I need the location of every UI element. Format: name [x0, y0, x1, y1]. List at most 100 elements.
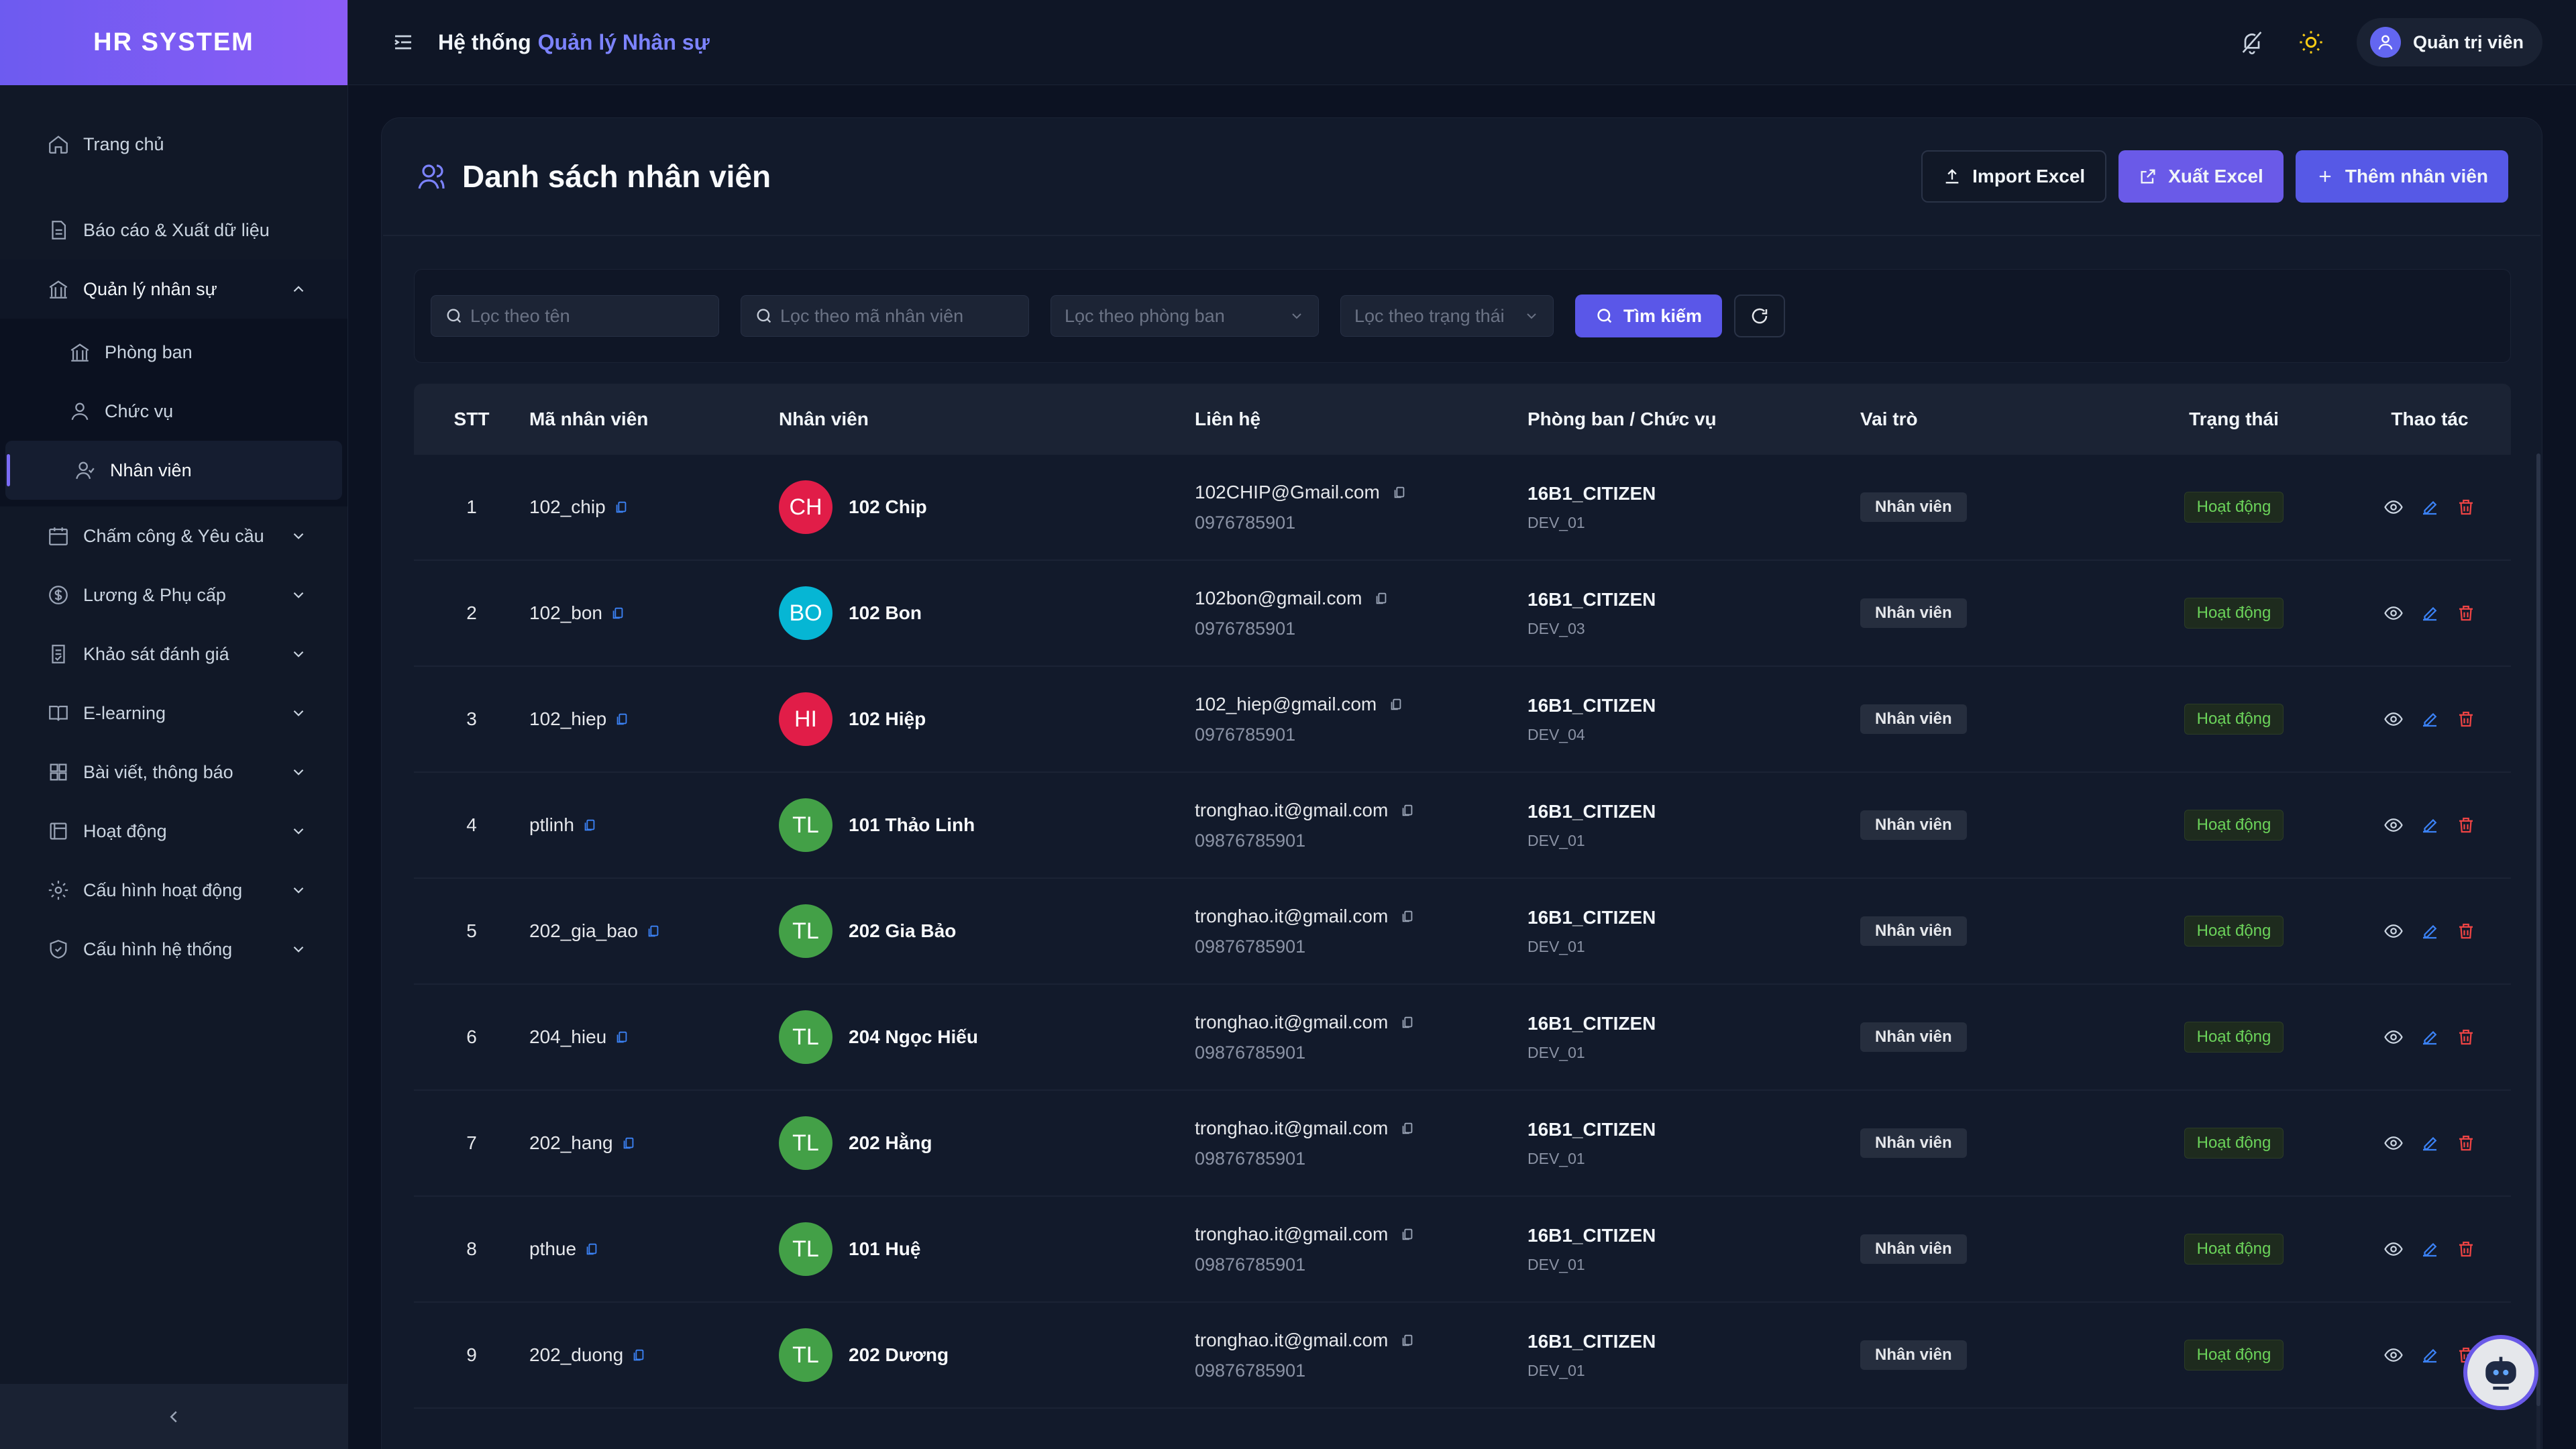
copy-icon[interactable] [614, 712, 629, 727]
contact-cell: 102_hiep@gmail.com 0976785901 [1195, 694, 1527, 745]
delete-icon[interactable] [2456, 815, 2476, 835]
sidebar-item-label: Lương & Phụ cấp [83, 584, 226, 605]
copy-icon[interactable] [1400, 909, 1415, 924]
eye-icon[interactable] [2383, 497, 2404, 517]
edit-icon[interactable] [2420, 815, 2440, 835]
employee-name[interactable]: 202 Hằng [849, 1132, 932, 1154]
sidebar-item-employees[interactable]: Nhân viên [5, 441, 342, 500]
employee-name[interactable]: 102 Chip [849, 496, 927, 518]
copy-icon[interactable] [631, 1348, 646, 1362]
sidebar-item-activities[interactable]: Hoạt động [0, 802, 347, 861]
role-badge: Nhân viên [1860, 598, 1967, 628]
employee-name[interactable]: 204 Ngọc Hiếu [849, 1026, 978, 1048]
department-filter-select[interactable]: Lọc theo phòng ban [1051, 295, 1319, 337]
import-excel-button[interactable]: Import Excel [1921, 150, 2107, 203]
sidebar-item-departments[interactable]: Phòng ban [0, 323, 347, 382]
employee-name[interactable]: 102 Bon [849, 602, 922, 624]
department-name: 16B1_CITIZEN [1527, 1330, 1656, 1352]
copy-icon[interactable] [1400, 1333, 1415, 1348]
copy-icon[interactable] [621, 1136, 636, 1150]
status-filter-select[interactable]: Lọc theo trạng thái [1340, 295, 1554, 337]
copy-icon[interactable] [1392, 485, 1407, 500]
edit-icon[interactable] [2420, 709, 2440, 729]
edit-icon[interactable] [2420, 1133, 2440, 1153]
building-icon [49, 280, 68, 299]
copy-icon[interactable] [1400, 1121, 1415, 1136]
copy-icon[interactable] [610, 606, 625, 621]
row-stt: 5 [466, 920, 477, 941]
chevron-down-icon [1292, 313, 1301, 319]
edit-icon[interactable] [2420, 1027, 2440, 1047]
chevron-down-icon [293, 592, 304, 598]
delete-icon[interactable] [2456, 1239, 2476, 1259]
add-employee-button[interactable]: Thêm nhân viên [2295, 150, 2508, 203]
eye-icon[interactable] [2383, 1239, 2404, 1259]
grid-icon [50, 763, 67, 781]
employee-name[interactable]: 101 Huệ [849, 1238, 920, 1260]
eye-icon[interactable] [2383, 1133, 2404, 1153]
delete-icon[interactable] [2456, 709, 2476, 729]
sidebar-collapse-button[interactable] [0, 1384, 347, 1449]
copy-icon[interactable] [1400, 803, 1415, 818]
eye-icon[interactable] [2383, 921, 2404, 941]
chatbot-button[interactable] [2463, 1335, 2538, 1410]
copy-icon[interactable] [646, 924, 661, 938]
refresh-button[interactable] [1734, 294, 1786, 337]
eye-icon[interactable] [2383, 709, 2404, 729]
sidebar-item-home[interactable]: Trang chủ [0, 115, 347, 174]
sun-icon[interactable] [2298, 29, 2324, 56]
eye-icon[interactable] [2383, 1027, 2404, 1047]
sidebar-item-activity-config[interactable]: Cấu hình hoạt động [0, 861, 347, 920]
avatar: BO [779, 586, 833, 640]
sidebar-item-surveys[interactable]: Khảo sát đánh giá [0, 625, 347, 684]
employee-name[interactable]: 101 Thảo Linh [849, 814, 975, 836]
sidebar-item-system-config[interactable]: Cấu hình hệ thống [0, 920, 347, 979]
sidebar-item-salary[interactable]: Lương & Phụ cấp [0, 566, 347, 625]
scrollbar-thumb[interactable] [2536, 453, 2540, 1406]
edit-icon[interactable] [2420, 1345, 2440, 1365]
menu-fold-icon[interactable] [391, 30, 415, 54]
employee-code-cell: 102_hiep [529, 708, 779, 730]
sidebar-item-hr-management[interactable]: Quản lý nhân sự [0, 260, 347, 319]
notification-off-icon[interactable] [2239, 29, 2265, 56]
copy-icon[interactable] [1400, 1015, 1415, 1030]
sidebar-item-posts[interactable]: Bài viết, thông báo [0, 743, 347, 802]
copy-icon[interactable] [582, 818, 597, 833]
copy-icon[interactable] [1374, 591, 1389, 606]
delete-icon[interactable] [2456, 1133, 2476, 1153]
copy-icon[interactable] [1400, 1227, 1415, 1242]
chevron-down-icon [293, 533, 304, 539]
employee-name[interactable]: 202 Dương [849, 1344, 949, 1366]
header-actions: Thao tác [2391, 409, 2469, 429]
copy-icon[interactable] [1389, 697, 1403, 712]
search-button[interactable]: Tìm kiếm [1575, 294, 1723, 337]
delete-icon[interactable] [2456, 1027, 2476, 1047]
employee-email: 102bon@gmail.com [1195, 587, 1362, 608]
export-excel-button[interactable]: Xuất Excel [2118, 150, 2284, 203]
edit-icon[interactable] [2420, 921, 2440, 941]
delete-icon[interactable] [2456, 921, 2476, 941]
eye-icon[interactable] [2383, 815, 2404, 835]
scrollbar[interactable] [2536, 453, 2540, 1449]
copy-icon[interactable] [614, 1030, 629, 1044]
name-filter-input[interactable]: Lọc theo tên [431, 295, 719, 337]
edit-icon[interactable] [2420, 1239, 2440, 1259]
department-cell: 16B1_CITIZEN DEV_01 [1527, 801, 1860, 850]
employee-name[interactable]: 202 Gia Bảo [849, 920, 956, 942]
copy-icon[interactable] [614, 500, 629, 515]
delete-icon[interactable] [2456, 603, 2476, 623]
eye-icon[interactable] [2383, 1345, 2404, 1365]
user-menu[interactable]: Quản trị viên [2356, 18, 2542, 66]
chevron-down-icon [293, 946, 304, 953]
eye-icon[interactable] [2383, 603, 2404, 623]
copy-icon[interactable] [584, 1242, 599, 1256]
sidebar-item-reports[interactable]: Báo cáo & Xuất dữ liệu [0, 201, 347, 260]
delete-icon[interactable] [2456, 497, 2476, 517]
edit-icon[interactable] [2420, 603, 2440, 623]
code-filter-input[interactable]: Lọc theo mã nhân viên [741, 295, 1029, 337]
edit-icon[interactable] [2420, 497, 2440, 517]
sidebar-item-attendance[interactable]: Chấm công & Yêu cầu [0, 506, 347, 566]
sidebar-item-positions[interactable]: Chức vụ [0, 382, 347, 441]
sidebar-item-elearning[interactable]: E-learning [0, 684, 347, 743]
employee-name[interactable]: 102 Hiệp [849, 708, 926, 730]
